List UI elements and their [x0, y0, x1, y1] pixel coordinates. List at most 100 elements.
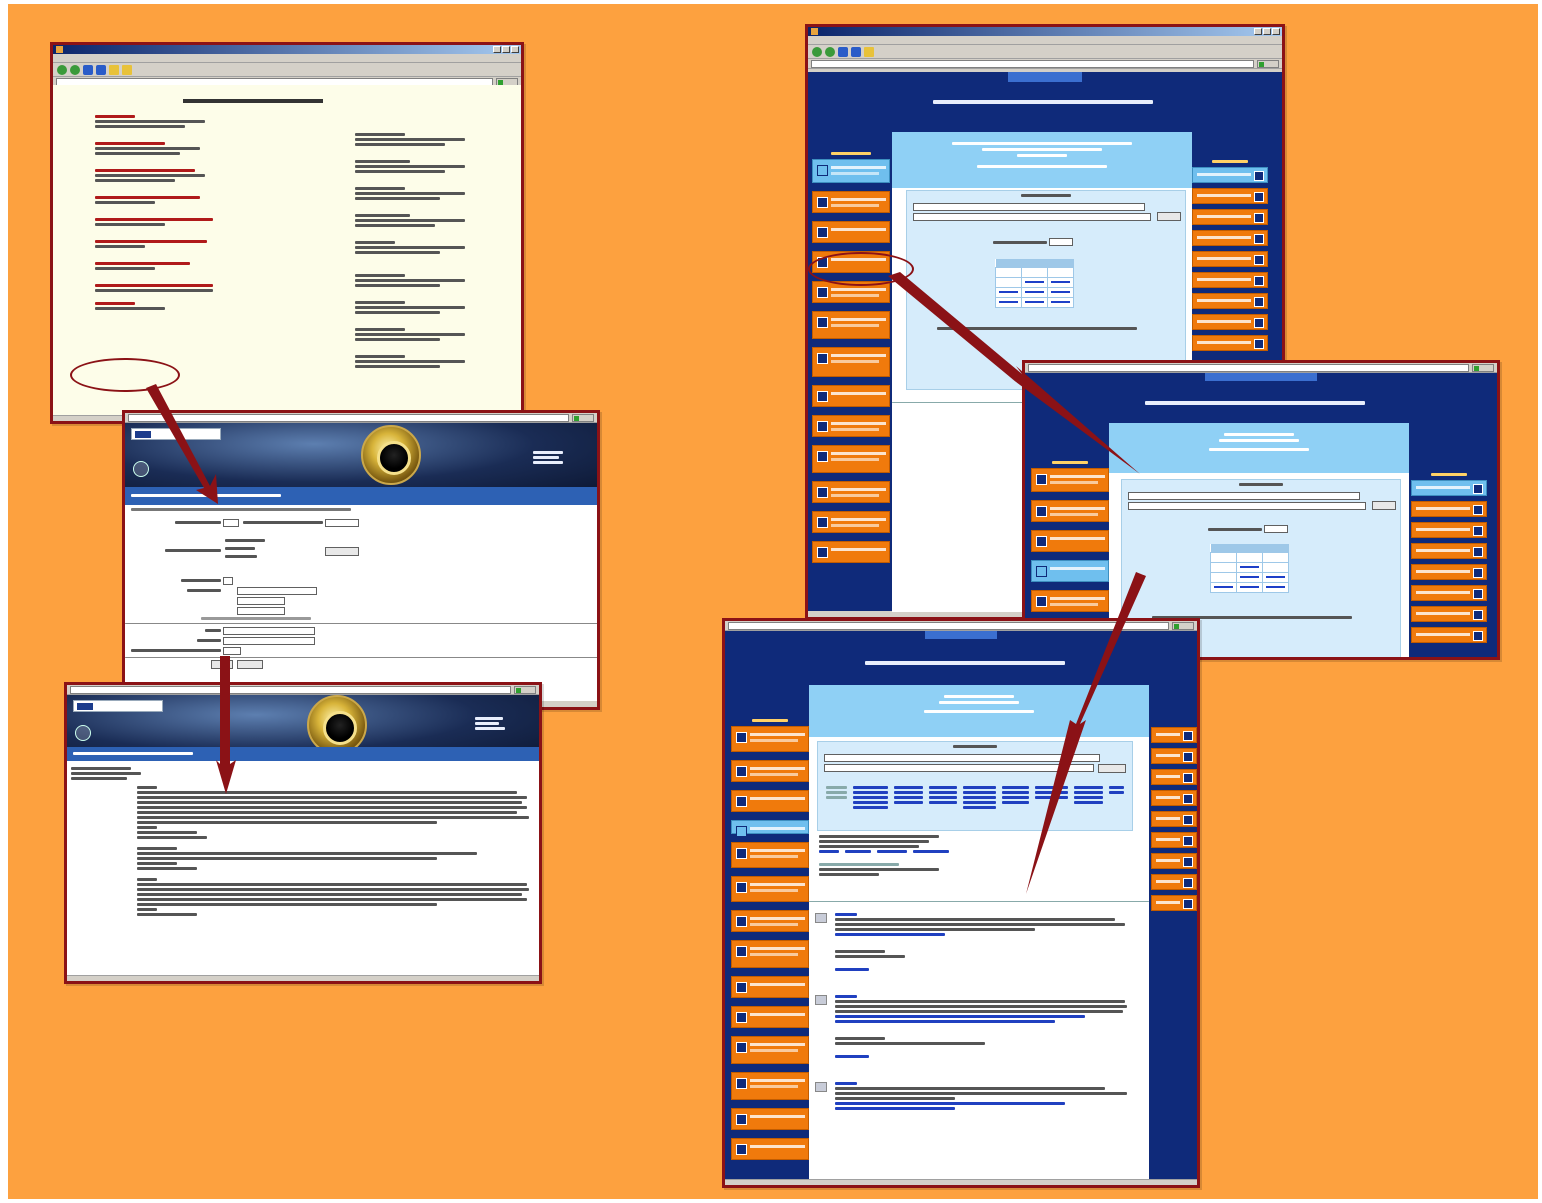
forward-icon[interactable]: [70, 64, 80, 75]
record-item[interactable]: [815, 995, 1135, 1058]
address-input[interactable]: [811, 59, 1254, 68]
menu-item[interactable]: [812, 221, 890, 243]
category-link[interactable]: [1035, 786, 1068, 811]
menu-item[interactable]: [1031, 590, 1109, 612]
menu-item[interactable]: [1151, 790, 1197, 806]
maximize-icon[interactable]: [502, 46, 510, 53]
list-item[interactable]: [355, 214, 475, 227]
menu-item[interactable]: [731, 790, 809, 812]
list-item[interactable]: [355, 133, 475, 146]
menu-item[interactable]: [731, 1006, 809, 1028]
list-item[interactable]: [95, 115, 215, 128]
search-button[interactable]: [1098, 764, 1126, 773]
list-item[interactable]: [95, 169, 215, 182]
menu-item[interactable]: [1192, 272, 1268, 288]
menu-item-selected[interactable]: [1411, 480, 1487, 496]
menu-item[interactable]: [812, 445, 890, 473]
records-per-page-select[interactable]: [1264, 525, 1288, 533]
list-item[interactable]: [95, 196, 215, 204]
search-input-secondary[interactable]: [824, 764, 1094, 772]
menu-item[interactable]: [1192, 230, 1268, 246]
stop-icon[interactable]: [83, 64, 93, 75]
menu-item[interactable]: [1192, 209, 1268, 225]
list-item-highlighted[interactable]: [95, 302, 215, 310]
year-input[interactable]: [223, 577, 233, 585]
menu-item[interactable]: [1031, 530, 1109, 552]
close-icon[interactable]: [1272, 28, 1280, 35]
search-button[interactable]: [325, 547, 359, 556]
favorites-icon[interactable]: [122, 64, 132, 75]
list-item[interactable]: [95, 284, 215, 292]
address-input[interactable]: [1028, 363, 1469, 372]
menu-item-selected[interactable]: [1031, 560, 1109, 582]
go-button[interactable]: [1257, 59, 1279, 68]
menu-item[interactable]: [731, 1138, 809, 1160]
search-input[interactable]: [913, 203, 1145, 211]
radio-group[interactable]: [225, 539, 285, 560]
menu-item[interactable]: [1151, 874, 1197, 890]
search-input[interactable]: [1128, 492, 1360, 500]
menu-item-selected[interactable]: [1192, 167, 1268, 183]
menu-item[interactable]: [1192, 251, 1268, 267]
list-item[interactable]: [95, 142, 215, 155]
menu-item[interactable]: [1151, 748, 1197, 764]
menu-item[interactable]: [731, 760, 809, 782]
menu-item[interactable]: [1192, 293, 1268, 309]
field-select[interactable]: [223, 519, 239, 527]
list-item[interactable]: [355, 328, 475, 341]
menu-item[interactable]: [1031, 468, 1109, 492]
category-link[interactable]: [928, 786, 958, 811]
list-item[interactable]: [95, 240, 215, 248]
menu-item[interactable]: [731, 876, 809, 902]
minimize-icon[interactable]: [493, 46, 501, 53]
go-button[interactable]: [1472, 363, 1494, 372]
address-input[interactable]: [70, 685, 511, 694]
search-input-secondary[interactable]: [1128, 502, 1366, 510]
back-icon[interactable]: [812, 46, 822, 57]
category-link[interactable]: [1108, 786, 1124, 811]
list-item[interactable]: [355, 160, 475, 173]
stop-icon[interactable]: [838, 46, 848, 57]
menu-item[interactable]: [1411, 606, 1487, 622]
address-input[interactable]: [728, 621, 1169, 630]
menu-item[interactable]: [812, 415, 890, 437]
menu-item[interactable]: [1411, 522, 1487, 538]
menu-item[interactable]: [1151, 769, 1197, 785]
category-link[interactable]: [1073, 786, 1103, 811]
menu-item[interactable]: [731, 1072, 809, 1100]
record-item[interactable]: [815, 913, 1135, 971]
menu-item-selected[interactable]: [812, 159, 890, 183]
list-item[interactable]: [95, 262, 215, 270]
menu-item[interactable]: [731, 726, 809, 752]
menu-item[interactable]: [1411, 585, 1487, 601]
reset-button[interactable]: [237, 660, 263, 669]
list-item[interactable]: [355, 355, 475, 368]
menu-item[interactable]: [812, 311, 890, 339]
author-input[interactable]: [223, 627, 315, 635]
menu-item[interactable]: [812, 385, 890, 407]
home-icon[interactable]: [864, 46, 874, 57]
menu-item[interactable]: [1151, 811, 1197, 827]
type-select[interactable]: [237, 597, 285, 605]
menu-item[interactable]: [731, 976, 809, 998]
minimize-icon[interactable]: [1254, 28, 1262, 35]
menu-item[interactable]: [731, 940, 809, 968]
menu-item[interactable]: [812, 511, 890, 533]
menu-item[interactable]: [812, 481, 890, 503]
menu-item[interactable]: [1151, 853, 1197, 869]
menu-bar[interactable]: [53, 54, 521, 63]
maximize-icon[interactable]: [1263, 28, 1271, 35]
db-select[interactable]: [325, 519, 359, 527]
count-input[interactable]: [223, 647, 241, 655]
category-link[interactable]: [963, 786, 997, 811]
search-button[interactable]: [1372, 501, 1396, 510]
menu-item[interactable]: [731, 1036, 809, 1064]
records-per-page-select[interactable]: [1049, 238, 1073, 246]
category-link[interactable]: [1002, 786, 1030, 811]
go-button[interactable]: [572, 413, 594, 422]
search-input[interactable]: [824, 754, 1100, 762]
menu-item[interactable]: [812, 191, 890, 213]
menu-item[interactable]: [731, 1108, 809, 1130]
result-record[interactable]: [137, 878, 535, 916]
menu-item[interactable]: [1151, 895, 1197, 911]
